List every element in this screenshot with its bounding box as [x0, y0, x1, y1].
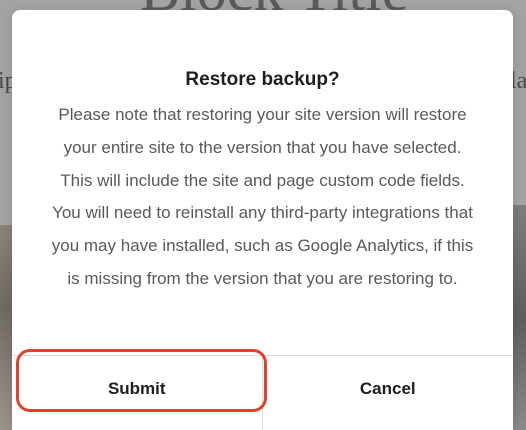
cancel-button[interactable]: Cancel	[263, 356, 514, 430]
dialog-message: Please note that restoring your site ver…	[51, 105, 474, 288]
submit-button[interactable]: Submit	[12, 356, 263, 430]
dialog-title: Restore backup?	[185, 69, 340, 90]
background-image-right	[512, 205, 526, 430]
restore-backup-dialog: Restore backup? Please note that restori…	[12, 10, 513, 430]
dialog-button-row: Submit Cancel	[12, 355, 513, 430]
